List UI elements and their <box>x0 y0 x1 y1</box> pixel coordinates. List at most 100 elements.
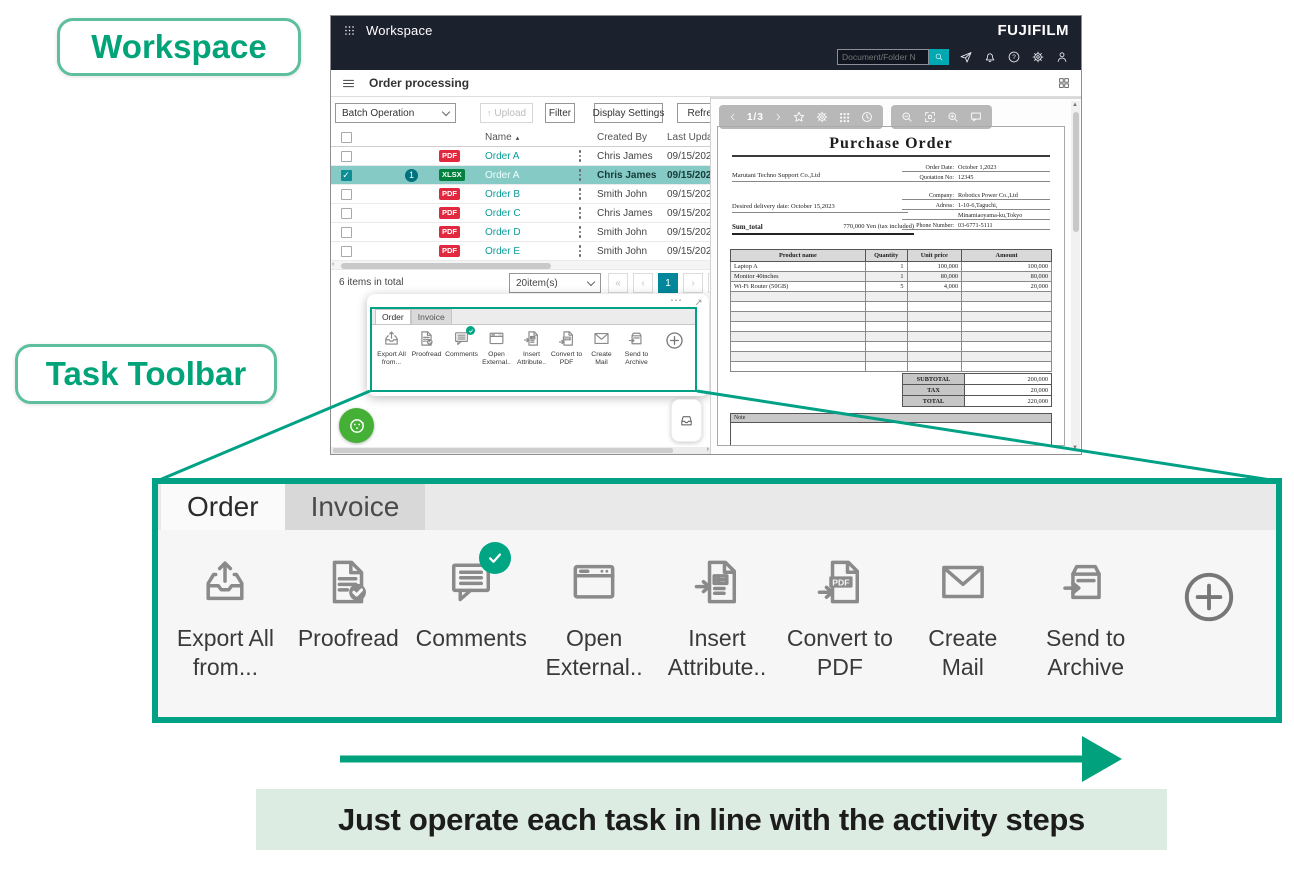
column-header-name[interactable]: Name▴ <box>477 132 571 143</box>
table-row[interactable]: PDF Order D Smith John 09/15/2023 <box>331 223 710 242</box>
help-icon[interactable]: ? <box>1007 50 1021 64</box>
table-row[interactable]: PDF Order A Chris James 09/15/2023 <box>331 147 710 166</box>
layout-grid-icon[interactable] <box>1057 76 1071 90</box>
task-comments-button[interactable]: Comments <box>410 554 533 653</box>
notifications-icon[interactable] <box>983 50 997 64</box>
table-row[interactable]: PDF Order E Smith John 09/15/2023 <box>331 242 710 261</box>
preview-zoom-group <box>891 105 992 129</box>
pagination-first-button[interactable]: « <box>608 273 628 293</box>
page-size-select[interactable]: 20item(s) <box>509 273 601 293</box>
table-horizontal-scrollbar[interactable]: ‹ <box>331 261 710 270</box>
scroll-right-icon[interactable]: › <box>707 446 709 453</box>
document-name-link[interactable]: Order C <box>485 208 521 219</box>
task-open-external-button[interactable]: OpenExternal.. <box>533 554 656 683</box>
zoom-out-icon[interactable] <box>900 110 914 124</box>
pagination-next-button[interactable]: › <box>683 273 703 293</box>
display-settings-button[interactable]: Display Settings <box>594 103 663 123</box>
search-button[interactable] <box>929 49 949 65</box>
row-menu-icon[interactable] <box>571 226 589 238</box>
task-proofread-button[interactable]: Proofread <box>409 329 444 359</box>
task-open-external-button[interactable]: OpenExternal.. <box>479 329 514 367</box>
app-header: Workspace FUJIFILM ? <box>331 16 1081 70</box>
search-input[interactable] <box>837 49 929 65</box>
comments-icon <box>452 329 471 349</box>
tab-order[interactable]: Order <box>375 309 411 324</box>
preview-settings-icon[interactable] <box>815 110 829 124</box>
filter-button[interactable]: Filter <box>545 103 575 123</box>
send-icon[interactable] <box>959 50 973 64</box>
task-convert-pdf-button[interactable]: PDF Convert toPDF <box>549 329 584 367</box>
zoom-in-icon[interactable] <box>946 110 960 124</box>
document-name-link[interactable]: Order A <box>485 170 519 181</box>
row-menu-icon[interactable] <box>571 245 589 257</box>
scrollbar-thumb[interactable] <box>333 448 673 453</box>
menu-icon[interactable] <box>341 76 356 91</box>
task-comments-button[interactable]: Comments <box>444 329 479 359</box>
task-export-all-button[interactable]: Export Allfrom... <box>374 329 409 367</box>
pagination-page-1-button[interactable]: 1 <box>658 273 678 293</box>
pane-horizontal-scrollbar[interactable]: › <box>331 447 710 454</box>
scroll-down-icon[interactable]: ▼ <box>1072 445 1078 451</box>
scrollbar-thumb[interactable] <box>341 263 551 269</box>
history-icon[interactable] <box>860 110 874 124</box>
task-label: Export Allfrom... <box>377 351 406 367</box>
task-send-archive-button[interactable]: Send toArchive <box>1024 554 1147 683</box>
fit-screen-icon[interactable] <box>923 110 937 124</box>
add-task-button[interactable] <box>654 329 694 351</box>
thumbnail-grid-icon[interactable] <box>838 111 851 124</box>
upload-button[interactable]: ↑Upload <box>480 103 533 123</box>
add-task-button[interactable] <box>1147 554 1270 628</box>
refresh-button[interactable]: Refresh <box>677 103 711 123</box>
inbox-tray-button[interactable] <box>671 399 702 442</box>
pagination-prev-button[interactable]: ‹ <box>633 273 653 293</box>
scroll-left-icon[interactable]: ‹ <box>332 261 334 268</box>
column-header-last-updated[interactable]: Last Updat <box>659 132 711 143</box>
document-name-link[interactable]: Order B <box>485 189 520 200</box>
favorite-star-icon[interactable] <box>792 110 806 124</box>
next-page-icon[interactable] <box>773 112 783 122</box>
table-row[interactable]: ✓ 1 XLSX Order A Chris James 09/15/2023 <box>331 166 710 185</box>
document-name-link[interactable]: Order D <box>485 227 521 238</box>
document-name-link[interactable]: Order A <box>485 151 519 162</box>
row-checkbox[interactable]: ✓ <box>341 170 352 181</box>
row-menu-icon[interactable] <box>571 188 589 200</box>
comment-icon[interactable] <box>969 110 983 124</box>
row-checkbox[interactable] <box>341 246 352 257</box>
panel-more-button[interactable]: ⋯ <box>670 293 683 307</box>
assistant-bot-button[interactable] <box>339 408 374 443</box>
scroll-up-icon[interactable]: ▲ <box>1072 102 1078 108</box>
product-column-header: Unit price <box>907 250 962 262</box>
row-menu-icon[interactable] <box>571 169 589 181</box>
task-insert-attribute-button[interactable]: InsertAttribute.. <box>514 329 549 367</box>
table-row[interactable]: PDF Order C Chris James 09/15/2023 <box>331 204 710 223</box>
prev-page-icon[interactable] <box>728 112 738 122</box>
tab-order[interactable]: Order <box>161 484 285 530</box>
batch-operation-select[interactable]: Batch Operation <box>335 103 456 123</box>
column-header-created-by[interactable]: Created By <box>589 132 659 143</box>
row-menu-icon[interactable] <box>571 150 589 162</box>
tab-invoice[interactable]: Invoice <box>411 309 452 324</box>
account-icon[interactable] <box>1055 50 1069 64</box>
row-checkbox[interactable] <box>341 208 352 219</box>
task-create-mail-button[interactable]: CreateMail <box>584 329 619 367</box>
task-proofread-button[interactable]: Proofread <box>287 554 410 653</box>
row-menu-icon[interactable] <box>571 207 589 219</box>
task-export-all-button[interactable]: Export Allfrom... <box>164 554 287 683</box>
apps-grid-icon[interactable] <box>343 24 356 37</box>
tab-invoice[interactable]: Invoice <box>285 484 426 530</box>
select-all-checkbox[interactable] <box>341 132 352 143</box>
task-insert-attribute-button[interactable]: InsertAttribute.. <box>656 554 779 683</box>
settings-icon[interactable] <box>1031 50 1045 64</box>
task-send-archive-button[interactable]: Send toArchive <box>619 329 654 367</box>
preview-toolbar: 1/3 <box>719 105 992 129</box>
document-name-link[interactable]: Order E <box>485 246 520 257</box>
row-checkbox[interactable] <box>341 227 352 238</box>
row-checkbox[interactable] <box>341 189 352 200</box>
panel-resize-icon[interactable] <box>695 299 702 306</box>
row-checkbox[interactable] <box>341 151 352 162</box>
table-row[interactable]: PDF Order B Smith John 09/15/2023 <box>331 185 710 204</box>
scrollbar-thumb[interactable] <box>1073 112 1079 232</box>
preview-vertical-scrollbar[interactable]: ▲ ▼ <box>1071 101 1080 452</box>
task-create-mail-button[interactable]: CreateMail <box>901 554 1024 683</box>
task-convert-pdf-button[interactable]: PDF Convert toPDF <box>778 554 901 683</box>
